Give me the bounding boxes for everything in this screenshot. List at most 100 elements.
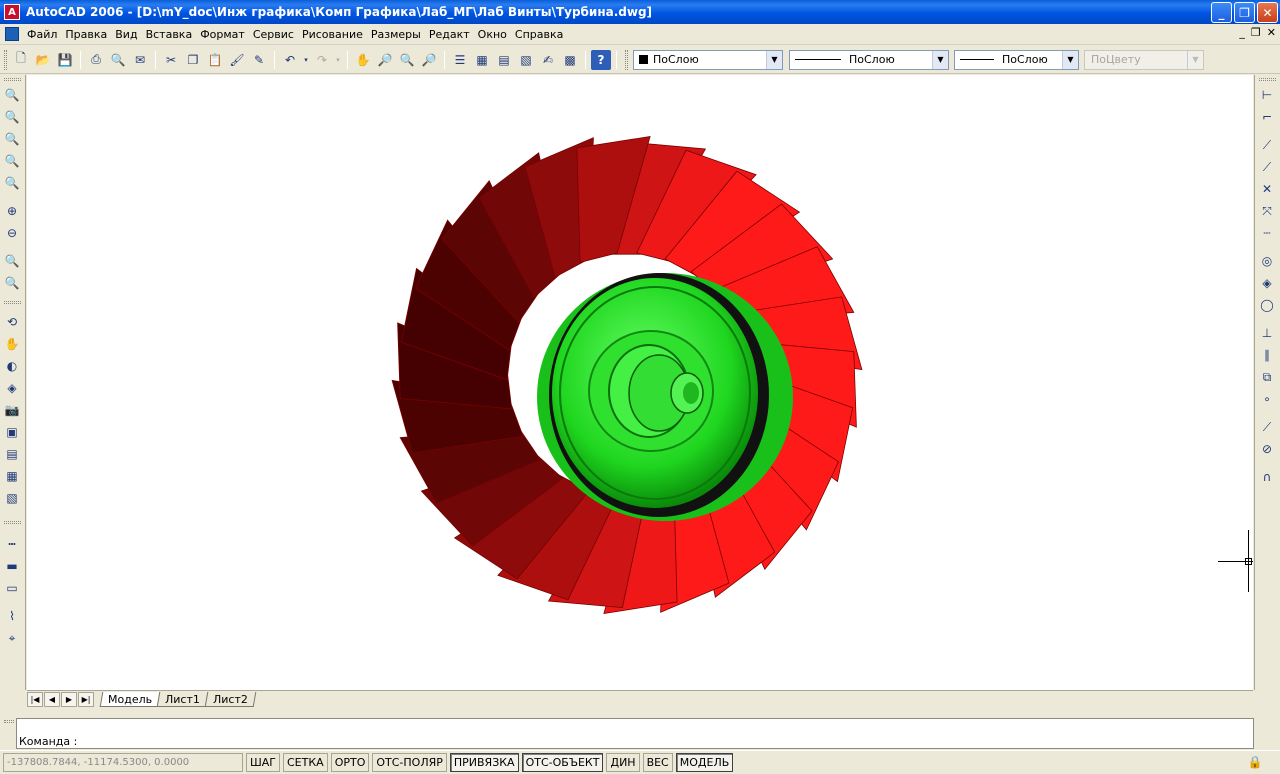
polar-toggle[interactable]: ОТС-ПОЛЯР (372, 753, 447, 772)
tab-layout2[interactable]: Лист2 (204, 692, 257, 707)
color-control[interactable]: ПоСлою ▼ (633, 49, 783, 70)
autocad-app-icon[interactable]: A (4, 4, 20, 20)
osnap-extension-icon[interactable]: ┄ (1258, 224, 1276, 242)
save-icon[interactable]: 💾 (55, 50, 75, 70)
osnap-center-icon[interactable]: ◎ (1258, 252, 1276, 270)
dyn-toggle[interactable]: ДИН (606, 753, 640, 772)
redo-dropdown-icon[interactable]: ▾ (334, 50, 342, 70)
prev-tab-button[interactable]: ◀ (44, 692, 60, 707)
tool-palettes-icon[interactable]: ▤ (494, 50, 514, 70)
material-icon[interactable]: ▦ (3, 467, 21, 485)
linetype-dropdown-arrow[interactable]: ▼ (932, 50, 948, 69)
plot-icon[interactable]: ⎙ (86, 50, 106, 70)
osnap-nearest-icon[interactable]: ⟋ (1258, 418, 1276, 436)
grid-toggle[interactable]: СЕТКА (283, 753, 328, 772)
command-line-input[interactable]: Команда : (16, 718, 1254, 749)
doc-restore-button[interactable]: ❐ (1251, 26, 1261, 39)
dimension-linear-icon[interactable]: ┅ (3, 535, 21, 553)
osnap-apparent-icon[interactable]: ⤧ (1258, 202, 1276, 220)
osnap-tangent-icon[interactable]: ◯ (1258, 296, 1276, 314)
model-toggle[interactable]: МОДЕЛЬ (675, 753, 734, 772)
menu-insert[interactable]: Вставка (142, 28, 197, 41)
snap-toggle[interactable]: ШАГ (246, 753, 280, 772)
otrack-toggle[interactable]: ОТС-ОБЪЕКТ (521, 753, 604, 772)
tolerance-icon[interactable]: ⌖ (3, 629, 21, 647)
osnap-from-icon[interactable]: ⌐ (1258, 108, 1276, 126)
tab-model[interactable]: Модель (99, 692, 161, 707)
last-tab-button[interactable]: ▶| (78, 692, 94, 707)
zoom-realtime-icon[interactable]: 🔍 (3, 86, 21, 104)
solid-icon[interactable]: ▣ (3, 423, 21, 441)
undo-dropdown-icon[interactable]: ▾ (302, 50, 310, 70)
osnap-midpoint-icon[interactable]: ⟋ (1258, 158, 1276, 176)
osnap-endpoint-icon[interactable]: ⟋ (1258, 136, 1276, 154)
doc-minimize-button[interactable]: _ (1239, 26, 1245, 39)
markup-icon[interactable]: ✍ (538, 50, 558, 70)
dimension-aligned-icon[interactable]: ▬ (3, 557, 21, 575)
osnap-settings-icon[interactable]: ∩ (1258, 468, 1276, 486)
lwt-toggle[interactable]: ВЕС (642, 753, 673, 772)
properties-icon[interactable]: ☰ (450, 50, 470, 70)
leader-icon[interactable]: ⌇ (3, 607, 21, 625)
light-icon[interactable]: ▧ (3, 489, 21, 507)
zoom-extents-icon[interactable]: 🔍 (3, 130, 21, 148)
copy-icon[interactable]: ❐ (183, 50, 203, 70)
help-icon[interactable]: ? (591, 49, 611, 70)
osnap-insert-icon[interactable]: ⧉ (1258, 368, 1276, 386)
document-icon[interactable] (5, 27, 19, 41)
plot-preview-icon[interactable]: 🔍 (108, 50, 128, 70)
osnap-node-icon[interactable]: ∘ (1258, 390, 1276, 408)
first-tab-button[interactable]: |◀ (27, 692, 43, 707)
match-properties-icon[interactable]: 🖌 (227, 50, 247, 70)
menu-help[interactable]: Справка (511, 28, 567, 41)
linetype-control[interactable]: ПоСлою ▼ (789, 49, 949, 70)
osnap-toggle[interactable]: ПРИВЯЗКА (449, 753, 519, 772)
publish-icon[interactable]: ✉ (130, 50, 150, 70)
lineweight-control[interactable]: ПоСлою ▼ (954, 49, 1079, 70)
zoom-out-icon[interactable]: ⊖ (3, 224, 21, 242)
lock-icon[interactable]: 🔒 (1246, 754, 1264, 770)
menu-view[interactable]: Вид (111, 28, 141, 41)
menu-file[interactable]: Файл (23, 28, 61, 41)
calculator-icon[interactable]: ▩ (560, 50, 580, 70)
osnap-quadrant-icon[interactable]: ◈ (1258, 274, 1276, 292)
osnap-perpendicular-icon[interactable]: ⊥ (1258, 324, 1276, 342)
paste-icon[interactable]: 📋 (205, 50, 225, 70)
lineweight-dropdown-arrow[interactable]: ▼ (1062, 50, 1078, 69)
minimize-button[interactable]: _ (1211, 2, 1232, 23)
dimension-baseline-icon[interactable]: ▭ (3, 579, 21, 597)
next-tab-button[interactable]: ▶ (61, 692, 77, 707)
orbit-icon[interactable]: ⟲ (3, 313, 21, 331)
osnap-none-icon[interactable]: ⊘ (1258, 440, 1276, 458)
osnap-tracking-icon[interactable]: ⊢ (1258, 86, 1276, 104)
doc-close-button[interactable]: ✕ (1267, 26, 1276, 39)
zoom-realtime-icon[interactable]: 🔎 (375, 50, 395, 70)
menu-draw[interactable]: Рисование (298, 28, 367, 41)
toolbar-grip[interactable] (4, 49, 7, 70)
render-icon[interactable]: ▤ (3, 445, 21, 463)
open-file-icon[interactable]: 📂 (33, 50, 53, 70)
zoom-window-icon[interactable]: 🔍 (3, 108, 21, 126)
shade-icon[interactable]: ◐ (3, 357, 21, 375)
drawing-area[interactable] (27, 75, 1253, 690)
menu-modify[interactable]: Редакт (425, 28, 474, 41)
menu-format[interactable]: Формат (196, 28, 249, 41)
maximize-button[interactable]: ❐ (1234, 2, 1255, 23)
menu-window[interactable]: Окно (474, 28, 511, 41)
close-button[interactable]: ✕ (1257, 2, 1278, 23)
sheet-set-icon[interactable]: ▧ (516, 50, 536, 70)
design-center-icon[interactable]: ▦ (472, 50, 492, 70)
cut-icon[interactable]: ✂ (161, 50, 181, 70)
new-file-icon[interactable]: 🗋 (11, 50, 31, 70)
zoom-previous-icon[interactable]: 🔍 (3, 174, 21, 192)
pan-icon[interactable]: ✋ (3, 335, 21, 353)
coordinates-display[interactable]: -137808.7844, -11174.5300, 0.0000 (3, 753, 243, 772)
3d-view-icon[interactable]: ◈ (3, 379, 21, 397)
osnap-intersection-icon[interactable]: ✕ (1258, 180, 1276, 198)
color-dropdown-arrow[interactable]: ▼ (766, 50, 782, 69)
zoom-window-icon[interactable]: 🔍 (397, 50, 417, 70)
zoom-center-icon[interactable]: 🔍 (3, 274, 21, 292)
zoom-scale-icon[interactable]: 🔍 (3, 252, 21, 270)
zoom-all-icon[interactable]: 🔍 (3, 152, 21, 170)
menu-edit[interactable]: Правка (61, 28, 111, 41)
